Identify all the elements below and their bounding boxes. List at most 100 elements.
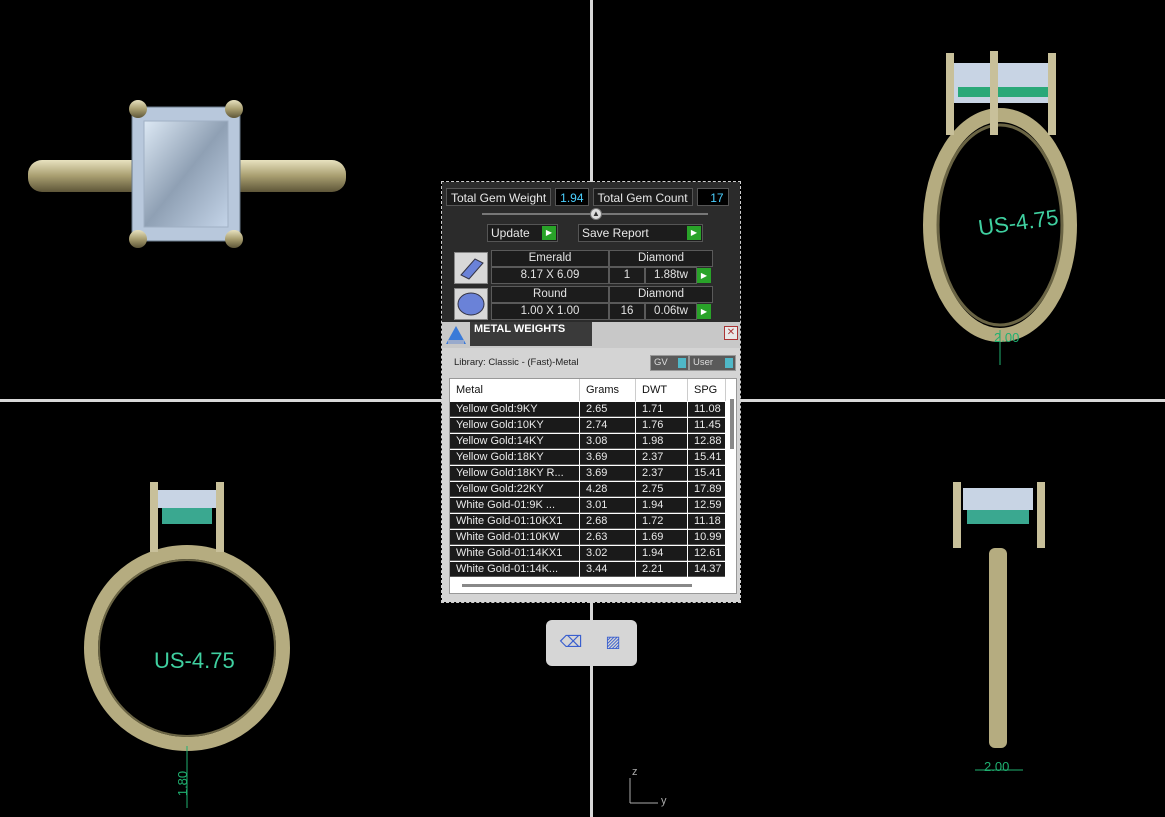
spg-cell: 12.61 [688, 546, 725, 561]
play-icon: ▶ [542, 226, 556, 240]
total-gem-count-value: 17 [696, 188, 729, 206]
dwt-cell: 1.94 [636, 546, 687, 561]
grams-cell: 3.01 [580, 498, 635, 513]
table-row[interactable]: White Gold-01:14K... 3.44 2.21 14.37 [450, 562, 726, 578]
metal-cell: Yellow Gold:18KY [450, 450, 579, 465]
grams-cell: 3.02 [580, 546, 635, 561]
metal-cell: White Gold-01:14KX1 [450, 546, 579, 561]
prong [1037, 482, 1045, 548]
gem-row[interactable]: Emerald Diamond 8.17 X 6.09 1 1.88tw ▶ [452, 250, 716, 284]
gem-count: 1 [609, 267, 645, 284]
slider-knob[interactable]: ▲ [590, 208, 602, 220]
prong [216, 482, 224, 552]
gem-weight: 0.06tw [645, 303, 697, 320]
grams-cell: 3.69 [580, 466, 635, 481]
metal-cell: Yellow Gold:22KY [450, 482, 579, 497]
spg-cell: 15.41 [688, 450, 725, 465]
vertical-scrollbar[interactable] [730, 399, 734, 449]
viewport-side-view[interactable] [945, 478, 1055, 778]
grams-cell: 2.74 [580, 418, 635, 433]
prong [225, 230, 243, 248]
gem-material: Diamond [609, 286, 713, 303]
gem-weight: 1.88tw [645, 267, 697, 284]
ring-band [989, 548, 1007, 748]
viewport-top-view[interactable] [20, 95, 350, 255]
total-gem-weight-value: 1.94 [555, 188, 589, 206]
spg-cell: 12.88 [688, 434, 725, 449]
gv-toggle[interactable]: GV [650, 355, 689, 371]
gem-size: 1.00 X 1.00 [491, 303, 609, 320]
table-row[interactable]: White Gold-01:9K ... 3.01 1.94 12.59 [450, 498, 726, 514]
axis-z-label: z [632, 766, 638, 778]
metal-cell: White Gold-01:9K ... [450, 498, 579, 513]
total-gem-weight-label: Total Gem Weight [446, 188, 552, 206]
save-report-button[interactable]: Save Report ▶ [578, 224, 703, 242]
close-icon[interactable]: ✕ [724, 326, 738, 340]
table-row[interactable]: White Gold-01:10KX1 2.68 1.72 11.18 [450, 514, 726, 530]
metal-cell: Yellow Gold:9KY [450, 402, 579, 417]
metal-weights-table[interactable]: Metal Grams DWT SPG Yellow Gold:9KY 2.65 1… [449, 378, 737, 594]
dwt-cell: 1.98 [636, 434, 687, 449]
table-row[interactable]: Yellow Gold:22KY 4.28 2.75 17.89 [450, 482, 726, 498]
gem-material: Diamond [609, 250, 713, 267]
dwt-cell: 2.75 [636, 482, 687, 497]
gem-report-panel[interactable]: Total Gem Weight 1.94 Total Gem Count 17… [441, 181, 741, 603]
gem-go-button[interactable]: ▶ [697, 268, 711, 283]
total-gem-count-label: Total Gem Count [592, 188, 693, 206]
spg-cell: 10.99 [688, 530, 725, 545]
user-toggle-label: User [693, 357, 714, 368]
grams-cell: 3.08 [580, 434, 635, 449]
emerald-cut-icon [454, 252, 488, 284]
grams-cell: 2.65 [580, 402, 635, 417]
prong [150, 482, 158, 552]
gem-go-button[interactable]: ▶ [697, 304, 711, 319]
grams-cell: 2.68 [580, 514, 635, 529]
update-button-label: Update [491, 226, 530, 240]
viewport-front-view[interactable] [80, 478, 300, 808]
table-row[interactable]: Yellow Gold:9KY 2.65 1.71 11.08 [450, 402, 726, 418]
gem-shape: Round [491, 286, 609, 303]
dimension-label-side: 2.00 [984, 759, 1010, 774]
horizontal-scrollbar[interactable] [462, 584, 692, 587]
dwt-cell: 2.37 [636, 466, 687, 481]
prong [225, 100, 243, 118]
dwt-cell: 1.71 [636, 402, 687, 417]
dwt-cell: 1.76 [636, 418, 687, 433]
hatch-icon[interactable]: ▨ [600, 630, 626, 656]
prong [1048, 53, 1056, 135]
gv-toggle-label: GV [654, 357, 668, 368]
metal-weights-title: METAL WEIGHTS [470, 322, 592, 346]
play-icon: ▶ [687, 226, 701, 240]
spg-cell: 11.08 [688, 402, 725, 417]
dimension-label-right: 2.00 [994, 330, 1020, 345]
metal-cell: White Gold-01:10KX1 [450, 514, 579, 529]
metal-cell: Yellow Gold:18KY R... [450, 466, 579, 481]
update-button[interactable]: Update ▶ [487, 224, 558, 242]
gem-row[interactable]: Round Diamond 1.00 X 1.00 16 0.06tw ▶ [452, 286, 716, 320]
table-row[interactable]: White Gold-01:10KW 2.63 1.69 10.99 [450, 530, 726, 546]
dwt-cell: 1.72 [636, 514, 687, 529]
grams-cell: 3.69 [580, 450, 635, 465]
panel-slider[interactable]: ▲ [482, 208, 708, 220]
table-row[interactable]: Yellow Gold:18KY R... 3.69 2.37 15.41 [450, 466, 726, 482]
column-header-spg[interactable]: SPG [688, 379, 726, 401]
metal-cell: Yellow Gold:14KY [450, 434, 579, 449]
table-row[interactable]: Yellow Gold:10KY 2.74 1.76 11.45 [450, 418, 726, 434]
metal-cell: Yellow Gold:10KY [450, 418, 579, 433]
column-header-grams[interactable]: Grams [580, 379, 636, 401]
metal-weights-header: METAL WEIGHTS ✕ [442, 322, 740, 348]
grams-cell: 3.44 [580, 562, 635, 577]
column-header-metal[interactable]: Metal [450, 379, 580, 401]
metal-cell: White Gold-01:10KW [450, 530, 579, 545]
column-header-dwt[interactable]: DWT [636, 379, 688, 401]
gem-shape: Emerald [491, 250, 609, 267]
library-label: Library: Classic - (Fast)-Metal [454, 357, 579, 368]
prong [129, 100, 147, 118]
user-toggle[interactable]: User [689, 355, 736, 371]
table-row[interactable]: Yellow Gold:14KY 3.08 1.98 12.88 [450, 434, 726, 450]
floating-toolbar: ⌫ ▨ [546, 620, 637, 666]
eraser-icon[interactable]: ⌫ [558, 630, 584, 656]
table-row[interactable]: Yellow Gold:18KY 3.69 2.37 15.41 [450, 450, 726, 466]
table-row[interactable]: White Gold-01:14KX1 3.02 1.94 12.61 [450, 546, 726, 562]
ring-size-label-front: US-4.75 [154, 648, 235, 673]
